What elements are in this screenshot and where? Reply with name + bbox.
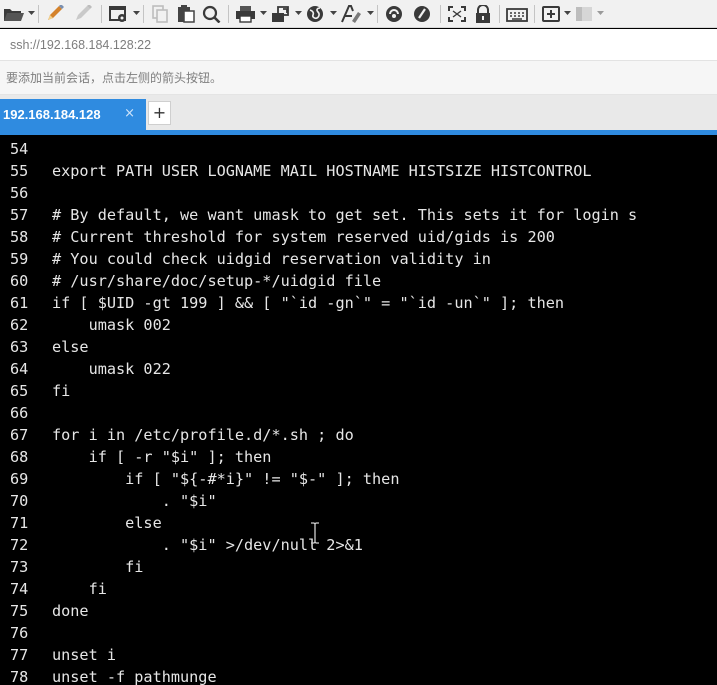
line-number: 60 xyxy=(10,272,29,290)
line-text: fi xyxy=(52,580,107,598)
toolbar-separator xyxy=(377,4,378,23)
session-hint-text: 要添加当前会话，点击左侧的箭头按钮。 xyxy=(6,71,223,85)
find-icon[interactable] xyxy=(200,2,224,26)
print-icon[interactable] xyxy=(233,2,259,26)
toolbar-separator xyxy=(440,4,441,23)
toolbar-separator xyxy=(101,4,102,23)
line-text: umask 002 xyxy=(52,316,171,334)
line-number: 65 xyxy=(10,382,29,400)
line-number: 56 xyxy=(10,184,29,202)
toolbar xyxy=(0,0,717,28)
line-text: fi xyxy=(52,558,144,576)
font-icon[interactable] xyxy=(338,2,366,26)
chevron-down-icon[interactable] xyxy=(564,2,571,26)
line-text: # /usr/share/doc/setup-*/uidgid file xyxy=(52,272,382,290)
tab-session-label[interactable]: 192.168.184.128 xyxy=(3,107,101,122)
copy-icon[interactable] xyxy=(148,2,172,26)
line-text: else xyxy=(52,514,162,532)
line-text: fi xyxy=(52,382,71,400)
lock-icon[interactable] xyxy=(471,2,495,26)
tab-session[interactable]: 192.168.184.128 × xyxy=(0,99,146,130)
pencil-icon[interactable] xyxy=(43,2,69,26)
paste-icon[interactable] xyxy=(174,2,198,26)
line-number: 73 xyxy=(10,558,29,576)
line-number: 70 xyxy=(10,492,29,510)
line-number: 68 xyxy=(10,448,29,466)
line-text: umask 022 xyxy=(52,360,171,378)
keyboard-icon[interactable] xyxy=(504,2,530,26)
line-number: 55 xyxy=(10,162,29,180)
globe-icon[interactable] xyxy=(303,2,329,26)
line-number: 71 xyxy=(10,514,29,532)
line-number: 54 xyxy=(10,140,29,158)
line-text: if [ $UID -gt 199 ] && [ "`id -gn`" = "`… xyxy=(52,294,565,312)
line-number: 58 xyxy=(10,228,29,246)
line-number: 74 xyxy=(10,580,29,598)
line-text: unset -f pathmunge xyxy=(52,668,217,685)
properties-icon[interactable] xyxy=(106,2,132,26)
terminal-output[interactable]: 54 55 export PATH USER LOGNAME MAIL HOSTN… xyxy=(0,135,717,685)
chevron-down-icon[interactable] xyxy=(28,2,35,26)
session-address-text[interactable]: ssh://192.168.184.128:22 xyxy=(10,38,151,52)
new-tab-icon[interactable] xyxy=(539,2,563,26)
line-text: export PATH USER LOGNAME MAIL HOSTNAME H… xyxy=(52,162,592,180)
session-address-bar[interactable]: ssh://192.168.184.128:22 xyxy=(0,29,717,61)
chevron-down-icon[interactable] xyxy=(133,2,140,26)
chevron-down-icon[interactable] xyxy=(367,2,374,26)
chevron-down-icon[interactable] xyxy=(295,2,302,26)
line-number: 57 xyxy=(10,206,29,224)
line-text: unset i xyxy=(52,646,117,664)
folder-open-icon[interactable] xyxy=(1,2,27,26)
line-number: 75 xyxy=(10,602,29,620)
line-text: if [ -r "$i" ]; then xyxy=(52,448,272,466)
line-number: 63 xyxy=(10,338,29,356)
toolbar-separator xyxy=(38,4,39,23)
toolbar-separator xyxy=(228,4,229,23)
toolbar-separator xyxy=(143,4,144,23)
line-number: 78 xyxy=(10,668,29,685)
line-text: else xyxy=(52,338,89,356)
script-icon[interactable] xyxy=(382,2,408,26)
toolbar-separator xyxy=(534,4,535,23)
line-number: 72 xyxy=(10,536,29,554)
pencil-disabled-icon[interactable] xyxy=(71,2,97,26)
chevron-down-icon[interactable] xyxy=(597,2,604,26)
text-cursor-icon xyxy=(311,522,319,544)
line-text: # By default, we want umask to get set. … xyxy=(52,206,638,224)
line-text: done xyxy=(52,602,89,620)
close-icon[interactable]: × xyxy=(124,106,135,121)
chevron-down-icon[interactable] xyxy=(260,2,267,26)
layout-icon[interactable] xyxy=(572,2,596,26)
transfer-icon[interactable] xyxy=(268,2,294,26)
line-number: 77 xyxy=(10,646,29,664)
fullscreen-icon[interactable] xyxy=(445,2,469,26)
chevron-down-icon[interactable] xyxy=(330,2,337,26)
line-number: 64 xyxy=(10,360,29,378)
line-number: 76 xyxy=(10,624,29,642)
line-text: # Current threshold for system reserved … xyxy=(52,228,555,246)
line-number: 62 xyxy=(10,316,29,334)
line-text: for i in /etc/profile.d/*.sh ; do xyxy=(52,426,354,444)
tab-bar: 192.168.184.128 × + xyxy=(0,95,717,130)
session-hint-bar: 要添加当前会话，点击左侧的箭头按钮。 xyxy=(0,61,717,95)
script-record-icon[interactable] xyxy=(410,2,436,26)
line-number: 69 xyxy=(10,470,29,488)
line-number: 59 xyxy=(10,250,29,268)
toolbar-separator xyxy=(499,4,500,23)
line-number: 61 xyxy=(10,294,29,312)
line-text: # You could check uidgid reservation val… xyxy=(52,250,491,268)
line-text: . "$i" xyxy=(52,492,217,510)
line-number: 67 xyxy=(10,426,29,444)
line-number: 66 xyxy=(10,404,29,422)
add-tab-button[interactable]: + xyxy=(148,101,171,125)
line-text: if [ "${-#*i}" != "$-" ]; then xyxy=(52,470,400,488)
